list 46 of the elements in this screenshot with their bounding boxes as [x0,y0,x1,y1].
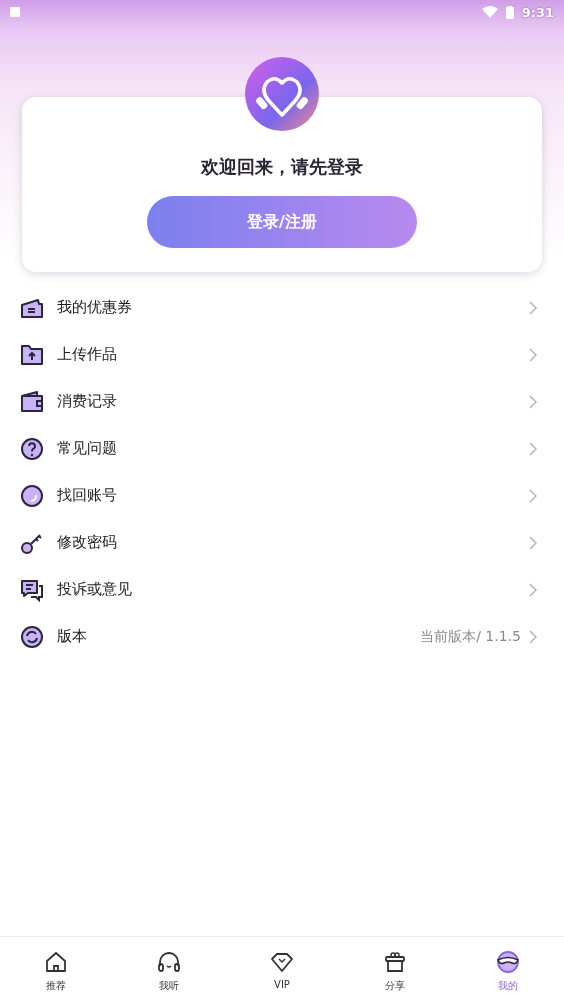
tab-item[interactable]: 分享 [338,937,452,1002]
menu-label: 修改密码 [57,533,117,552]
tab-item[interactable]: 推荐 [0,937,113,1002]
circle-icon [20,483,44,508]
question-icon [20,436,44,461]
chevron-right-icon [529,300,537,315]
wallet-icon [20,389,44,414]
diamond-icon [270,950,294,974]
gift-box-icon [382,950,407,974]
tab-item[interactable]: VIP [225,937,339,1002]
tab-item[interactable]: 我的 [451,937,564,1002]
menu-label: 消费记录 [57,392,117,411]
menu-label: 投诉或意见 [57,580,132,599]
menu-item[interactable]: 上传作品 [0,331,564,378]
menu-label: 版本 [57,627,87,646]
menu-label: 常见问题 [57,439,117,458]
version-text: 当前版本/ 1.1.5 [420,627,521,646]
menu-item[interactable]: 我的优惠券 [0,284,564,331]
menu-label: 找回账号 [57,486,117,505]
refresh-icon [20,624,44,649]
profile-icon [495,950,520,974]
headphones-icon [157,950,182,974]
chevron-right-icon [529,394,537,409]
notification-icon [10,7,20,17]
menu-item[interactable]: 消费记录 [0,378,564,425]
menu-item[interactable]: 投诉或意见 [0,566,564,613]
menu-item[interactable]: 修改密码 [0,519,564,566]
house-icon [44,950,69,974]
chevron-right-icon [529,629,537,644]
chevron-right-icon [529,582,537,597]
upload-folder-icon [20,342,44,367]
tab-item[interactable]: 我听 [112,937,226,1002]
menu-item[interactable]: 找回账号 [0,472,564,519]
battery-icon [505,5,514,19]
login-title: 欢迎回来，请先登录 [201,155,363,179]
menu-label: 我的优惠券 [57,298,132,317]
menu-item[interactable]: 常见问题 [0,425,564,472]
chat-icon [20,577,44,602]
chevron-right-icon [529,441,537,456]
menu-item[interactable]: 版本 当前版本/ 1.1.5 [0,613,564,660]
wifi-icon [481,6,498,18]
chevron-right-icon [529,347,537,362]
status-time: 9:31 [521,4,554,20]
chevron-right-icon [529,488,537,503]
menu-label: 上传作品 [57,345,117,364]
chevron-right-icon [529,535,537,550]
